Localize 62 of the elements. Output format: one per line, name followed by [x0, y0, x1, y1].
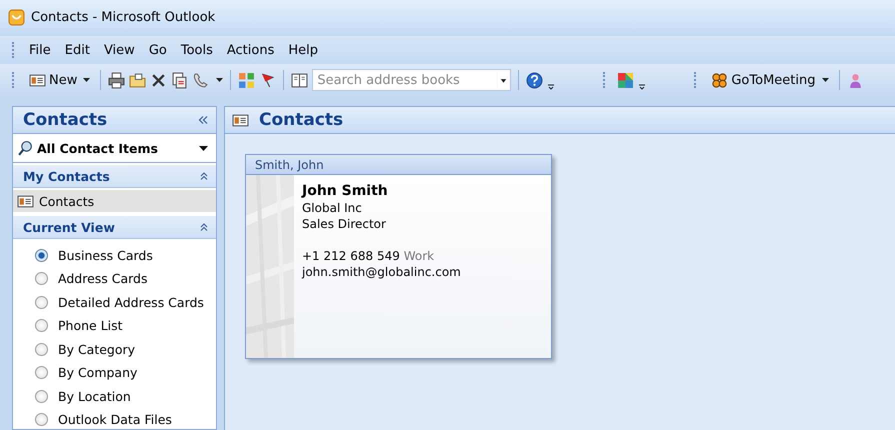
- radio-button[interactable]: [35, 319, 48, 332]
- document-icon[interactable]: [171, 72, 188, 88]
- delete-icon[interactable]: [150, 72, 168, 88]
- radio-button[interactable]: [35, 296, 48, 309]
- contact-card-icon: [17, 192, 34, 210]
- pane-title: Contacts: [23, 110, 108, 130]
- email-address: john.smith@globalinc.com: [302, 264, 461, 280]
- view-option[interactable]: By Company: [58, 365, 138, 380]
- view-option[interactable]: Phone List: [58, 318, 123, 334]
- folder-title: Contacts: [259, 110, 344, 130]
- contacts-icon: [232, 112, 249, 128]
- phone-icon[interactable]: [192, 72, 210, 88]
- menu-item[interactable]: Tools: [174, 42, 220, 58]
- company: Global Inc: [302, 200, 362, 216]
- caret-icon: [822, 78, 828, 82]
- caret-icon: [83, 78, 90, 82]
- radio-button[interactable]: [35, 248, 48, 262]
- phone-number: +1 212 688 549: [302, 249, 400, 263]
- app-logo-icon: [8, 8, 25, 26]
- card-header: Smith, John: [255, 158, 324, 172]
- view-option[interactable]: By Category: [58, 342, 136, 357]
- radio-button[interactable]: [35, 413, 48, 426]
- flag-icon[interactable]: [259, 72, 276, 88]
- radio-button[interactable]: [35, 366, 48, 380]
- search-icon: [17, 140, 34, 156]
- print-icon[interactable]: [108, 72, 126, 88]
- folder-icon[interactable]: [129, 72, 146, 88]
- contact-name: John Smith: [302, 182, 388, 200]
- gotomeeting-button[interactable]: GoToMeeting: [708, 70, 832, 90]
- view-dropdown[interactable]: All Contact Items: [13, 134, 216, 163]
- chevron-icon: [200, 223, 208, 231]
- menu-item[interactable]: Help: [281, 42, 326, 58]
- view-option[interactable]: Address Cards: [58, 271, 148, 286]
- menu-item[interactable]: Edit: [58, 42, 97, 58]
- section-header[interactable]: My Contacts: [13, 165, 216, 188]
- folder-item[interactable]: Contacts: [13, 190, 216, 212]
- menu-item[interactable]: View: [96, 42, 142, 58]
- view-option[interactable]: Detailed Address Cards: [58, 294, 204, 310]
- radio-button[interactable]: [35, 390, 48, 403]
- flower-icon: [711, 72, 728, 88]
- address-book-icon[interactable]: [291, 72, 308, 88]
- collapse-icon[interactable]: [198, 116, 208, 124]
- contact-card-icon: [29, 72, 46, 88]
- caret-icon[interactable]: [216, 78, 224, 82]
- phone-type: Work: [404, 249, 434, 263]
- menu-item[interactable]: Go: [142, 42, 174, 58]
- radio-button[interactable]: [35, 342, 48, 356]
- view-option[interactable]: By Location: [58, 388, 131, 404]
- chevron-icon: [200, 172, 208, 180]
- section-header[interactable]: Current View: [13, 216, 216, 239]
- business-card[interactable]: Smith, John John Smith Global Inc Sales Director +1 212 688 549 Work john.smith@globalinc.com: [245, 154, 552, 359]
- caret-icon: [199, 146, 208, 150]
- window-title: Contacts - Microsoft Outlook: [31, 10, 216, 24]
- view-option[interactable]: Outlook Data Files: [58, 412, 172, 428]
- radio-button[interactable]: [35, 272, 48, 286]
- colorful-tile-icon[interactable]: [617, 72, 634, 88]
- job-title: Sales Director: [302, 216, 386, 232]
- menu-item[interactable]: Actions: [220, 42, 282, 58]
- new-button[interactable]: New: [26, 70, 94, 90]
- help-icon[interactable]: [526, 72, 544, 88]
- view-option[interactable]: Business Cards: [58, 248, 153, 263]
- menu-item[interactable]: File: [22, 42, 58, 58]
